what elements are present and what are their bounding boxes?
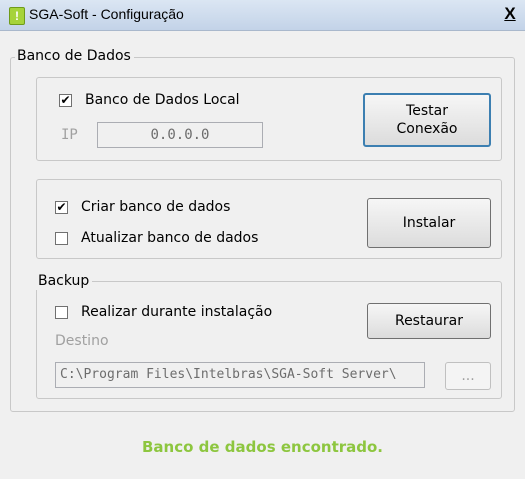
window-title: SGA-Soft - Configuração — [29, 6, 184, 22]
local-db-label: Banco de Dados Local — [85, 92, 240, 108]
check-mark-icon: ✔ — [60, 93, 71, 107]
destination-label: Destino — [55, 333, 109, 349]
title-bar[interactable]: ! SGA-Soft - Configuração X — [0, 0, 525, 31]
browse-destination-button[interactable]: ... — [445, 362, 491, 390]
install-panel: ✔ Criar banco de dados Atualizar banco d… — [36, 179, 502, 259]
install-button[interactable]: Instalar — [367, 198, 491, 248]
local-db-checkbox[interactable]: ✔ — [59, 94, 72, 107]
test-connection-label-line2: Conexão — [396, 121, 458, 137]
create-db-checkbox[interactable]: ✔ — [55, 201, 68, 214]
restore-button[interactable]: Restaurar — [367, 303, 491, 339]
status-message: Banco de dados encontrado. — [142, 438, 383, 456]
app-warning-icon: ! — [9, 7, 25, 25]
test-connection-label-line1: Testar — [406, 103, 448, 119]
ip-label: IP — [61, 127, 78, 143]
update-db-checkbox[interactable] — [55, 232, 68, 245]
database-group-legend: Banco de Dados — [15, 47, 134, 65]
close-button[interactable]: X — [499, 3, 521, 25]
config-window: ! SGA-Soft - Configuração X Banco de Dad… — [0, 0, 525, 479]
check-mark-icon: ✔ — [56, 200, 67, 214]
backup-during-install-checkbox[interactable] — [55, 306, 68, 319]
backup-panel: Backup Realizar durante instalação Desti… — [35, 272, 502, 399]
test-connection-button[interactable]: Testar Conexão — [363, 93, 491, 147]
destination-input[interactable]: C:\Program Files\Intelbras\SGA-Soft Serv… — [55, 362, 425, 388]
local-db-panel: ✔ Banco de Dados Local IP 0.0.0.0 Testar… — [36, 77, 502, 161]
ip-input[interactable]: 0.0.0.0 — [97, 122, 263, 148]
update-db-label: Atualizar banco de dados — [81, 230, 259, 246]
backup-legend: Backup — [35, 272, 93, 290]
create-db-label: Criar banco de dados — [81, 199, 231, 215]
backup-during-install-label: Realizar durante instalação — [81, 304, 273, 320]
